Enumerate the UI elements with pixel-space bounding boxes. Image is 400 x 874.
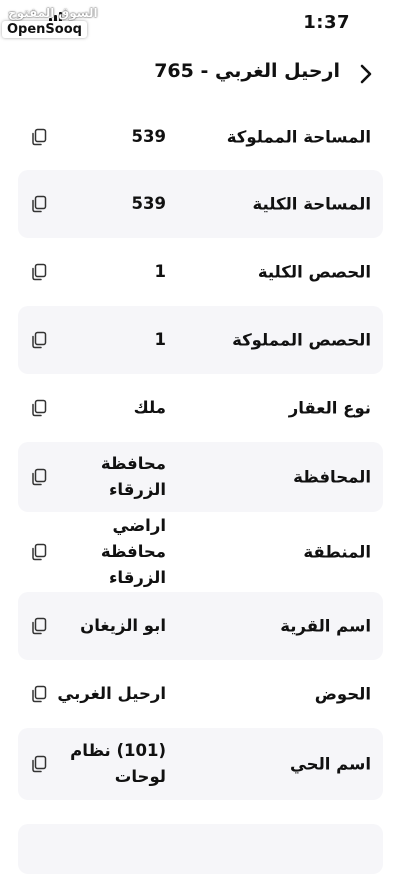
header: ارحيل الغربي - 765 — [0, 56, 400, 92]
detail-value: محافظة الزرقاء — [100, 454, 166, 499]
detail-row: نوع العقار ملك — [18, 374, 383, 442]
detail-row: المساحة الكلية 539 — [18, 170, 383, 238]
copy-icon[interactable] — [30, 195, 48, 213]
detail-value: ملك — [133, 398, 166, 417]
copy-icon[interactable] — [30, 263, 48, 281]
detail-row: اسم القرية ابو الزيغان — [18, 592, 383, 660]
status-time: 1:37 — [303, 12, 350, 33]
detail-label: الحصص الكلية — [257, 262, 371, 282]
detail-label: اسم الحي — [289, 754, 371, 774]
copy-icon[interactable] — [30, 399, 48, 417]
detail-label: المساحة المملوكة — [226, 127, 371, 147]
copy-icon[interactable] — [30, 543, 48, 561]
copy-icon[interactable] — [30, 331, 48, 349]
detail-row: الحوض ارحيل الغربي — [18, 660, 383, 728]
detail-label: الحصص المملوكة — [232, 330, 371, 350]
page-title: ارحيل الغربي - 765 — [154, 60, 340, 82]
detail-value: 539 — [131, 127, 166, 146]
detail-row: المنطقة اراضي محافظة الزرقاء — [18, 512, 383, 592]
opensooq-watermark: السوق المفتوح OpenSooq — [2, 6, 98, 38]
detail-row: اسم الحي (101) نظام لوحات — [18, 728, 383, 800]
detail-value: (101) نظام لوحات — [70, 741, 166, 786]
detail-label: نوع العقار — [288, 398, 371, 418]
chevron-right-icon[interactable] — [354, 62, 378, 86]
copy-icon[interactable] — [30, 755, 48, 773]
status-bar: السوق المفتوح OpenSooq 1:37 — [0, 0, 400, 46]
detail-label: اسم القرية — [280, 616, 371, 636]
detail-value: 1 — [154, 262, 166, 281]
detail-row: الحصص الكلية 1 — [18, 238, 383, 306]
copy-icon[interactable] — [30, 128, 48, 146]
detail-label: المنطقة — [303, 542, 371, 562]
detail-value: ارحيل الغربي — [57, 684, 166, 703]
list-item — [18, 824, 383, 874]
watermark-arabic: السوق المفتوح — [8, 6, 98, 20]
copy-icon[interactable] — [30, 468, 48, 486]
detail-label: المساحة الكلية — [252, 194, 371, 214]
detail-value: اراضي محافظة الزرقاء — [100, 516, 166, 587]
detail-value: 539 — [131, 194, 166, 213]
copy-icon[interactable] — [30, 617, 48, 635]
detail-row: المساحة المملوكة 539 — [18, 104, 383, 170]
copy-icon[interactable] — [30, 685, 48, 703]
detail-row: الحصص المملوكة 1 — [18, 306, 383, 374]
detail-value: 1 — [154, 330, 166, 349]
details-list: المساحة المملوكة 539 المساحة الكلية 539 الحص… — [18, 104, 383, 800]
detail-label: الحوض — [314, 684, 371, 704]
watermark-brand: OpenSooq — [2, 21, 87, 38]
detail-row: المحافظة محافظة الزرقاء — [18, 442, 383, 512]
detail-label: المحافظة — [293, 467, 371, 487]
detail-value: ابو الزيغان — [80, 616, 166, 635]
